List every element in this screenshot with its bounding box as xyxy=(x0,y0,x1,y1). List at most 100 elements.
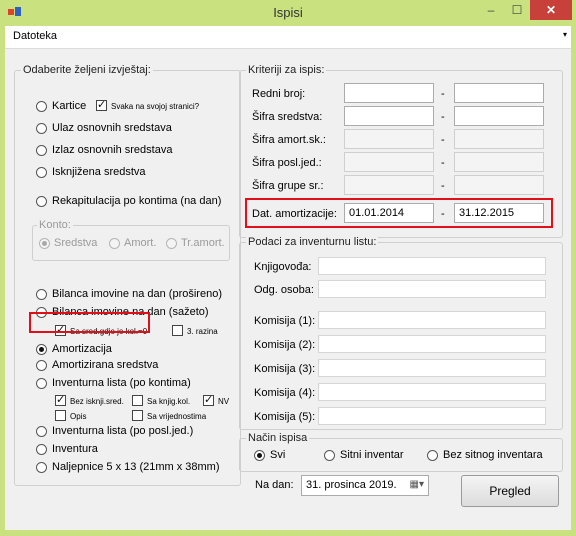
app-window: Ispisi – ☐ ✕ Datoteka ▾ Odaberite željen… xyxy=(0,0,576,536)
label-inventurna-posl: Inventurna lista (po posl.jed.) xyxy=(52,425,194,437)
checkbox-sa-knjig[interactable] xyxy=(132,395,143,406)
title-bar: Ispisi – ☐ ✕ xyxy=(0,0,576,26)
radio-amortizirana[interactable] xyxy=(36,360,47,371)
radio-rekapitulacija[interactable] xyxy=(36,196,47,207)
label-inventurna-kontima: Inventurna lista (po kontima) xyxy=(52,377,191,389)
komisija4-input[interactable] xyxy=(318,383,546,401)
sifra-amort-to-input[interactable] xyxy=(454,129,544,149)
close-button[interactable]: ✕ xyxy=(530,0,572,20)
client-area: Datoteka ▾ Odaberite željeni izvještaj: … xyxy=(5,26,571,530)
checkbox-svaka-stranica[interactable] xyxy=(96,98,107,111)
radio-naljepnice[interactable] xyxy=(36,462,47,473)
redni-broj-dash: - xyxy=(441,88,445,100)
maximize-button[interactable]: ☐ xyxy=(504,0,530,20)
komisija5-input[interactable] xyxy=(318,407,546,425)
redni-broj-from-input[interactable] xyxy=(344,83,434,103)
label-sifra-posl: Šifra posl.jed.: xyxy=(252,157,322,169)
highlight-amortizacija xyxy=(29,312,150,333)
sifra-grupe-from-input[interactable] xyxy=(344,175,434,195)
label-knjigovodja: Knjigovođa: xyxy=(254,261,312,273)
checkbox-razina[interactable] xyxy=(172,325,183,336)
radio-bez-sitnog[interactable] xyxy=(427,450,438,461)
knjigovodja-input[interactable] xyxy=(318,257,546,275)
label-redni-broj: Redni broj: xyxy=(252,88,306,100)
checkbox-opis[interactable] xyxy=(55,410,66,421)
redni-broj-to-input[interactable] xyxy=(454,83,544,103)
label-izlaz: Izlaz osnovnih sredstava xyxy=(52,144,173,156)
pregled-button[interactable]: Pregled xyxy=(461,475,559,507)
label-komisija2: Komisija (2): xyxy=(254,339,316,351)
criteria-group-title: Kriteriji za ispis: xyxy=(246,64,327,76)
konto-group-title: Konto: xyxy=(37,219,73,231)
label-konto-sredstva: Sredstva xyxy=(54,237,98,249)
radio-inventurna-posl[interactable] xyxy=(36,426,47,437)
print-mode-group-title: Način ispisa xyxy=(246,432,310,444)
inventory-group-title: Podaci za inventurnu listu: xyxy=(246,236,379,248)
komisija1-input[interactable] xyxy=(318,311,546,329)
label-sitni-inventar: Sitni inventar xyxy=(340,449,404,461)
sifra-sredstva-from-input[interactable] xyxy=(344,106,434,126)
label-amortizacija: Amortizacija xyxy=(52,343,112,355)
label-bilanca-prosireno: Bilanca imovine na dan (prošireno) xyxy=(52,288,222,300)
konto-group: Konto: Sredstva Amort. Tr.amort. xyxy=(32,219,230,261)
sifra-posl-from-input[interactable] xyxy=(344,152,434,172)
label-rekapitulacija: Rekapitulacija po kontima (na dan) xyxy=(52,195,222,207)
checkbox-bez-isknji[interactable] xyxy=(55,393,66,406)
radio-inventurna-kontima[interactable] xyxy=(36,378,47,389)
label-komisija3: Komisija (3): xyxy=(254,363,316,375)
radio-isknjizena[interactable] xyxy=(36,167,47,178)
sifra-posl-dash: - xyxy=(441,157,445,169)
report-group-title: Odaberite željeni izvještaj: xyxy=(21,64,153,76)
label-sa-knjig: Sa knjig.kol. xyxy=(147,397,191,406)
label-na-dan: Na dan: xyxy=(255,479,294,491)
komisija3-input[interactable] xyxy=(318,359,546,377)
radio-bilanca-prosireno[interactable] xyxy=(36,289,47,300)
radio-kartice[interactable] xyxy=(36,101,47,112)
minimize-button[interactable]: – xyxy=(478,0,504,20)
sifra-posl-to-input[interactable] xyxy=(454,152,544,172)
label-svi: Svi xyxy=(270,449,286,461)
label-komisija1: Komisija (1): xyxy=(254,315,316,327)
sifra-sredstva-dash: - xyxy=(441,111,445,123)
inventory-group: Podaci za inventurnu listu: Knjigovođa: … xyxy=(239,236,563,430)
radio-konto-sredstva[interactable] xyxy=(39,238,50,249)
label-konto-amort: Amort. xyxy=(124,237,157,249)
label-sa-vrijednostima: Sa vrijednostima xyxy=(147,412,207,421)
checkbox-sa-vrijednostima[interactable] xyxy=(132,410,143,421)
label-nv: NV xyxy=(218,397,230,406)
label-kartice: Kartice xyxy=(52,100,87,112)
na-dan-date-picker[interactable]: 31. prosinca 2019. ▦▾ xyxy=(301,475,429,496)
sifra-sredstva-to-input[interactable] xyxy=(454,106,544,126)
sifra-grupe-to-input[interactable] xyxy=(454,175,544,195)
radio-konto-tramort[interactable] xyxy=(166,238,177,249)
calendar-dropdown-icon[interactable]: ▦▾ xyxy=(410,479,424,490)
radio-sitni-inventar[interactable] xyxy=(324,450,335,461)
label-sifra-grupe: Šifra grupe sr.: xyxy=(252,180,324,192)
menu-overflow-icon[interactable]: ▾ xyxy=(563,30,567,39)
label-komisija5: Komisija (5): xyxy=(254,411,316,423)
odg-osoba-input[interactable] xyxy=(318,280,546,298)
menu-bar: Datoteka ▾ xyxy=(5,26,571,49)
label-naljepnice: Naljepnice 5 x 13 (21mm x 38mm) xyxy=(52,461,220,473)
label-odg-osoba: Odg. osoba: xyxy=(254,284,314,296)
label-amortizirana: Amortizirana sredstva xyxy=(52,359,159,371)
label-ulaz: Ulaz osnovnih sredstava xyxy=(52,122,172,134)
radio-konto-amort[interactable] xyxy=(109,238,120,249)
radio-amortizacija[interactable] xyxy=(36,344,47,355)
label-bez-isknji: Bez isknji.sred. xyxy=(70,397,124,406)
radio-inventura[interactable] xyxy=(36,444,47,455)
label-sifra-sredstva: Šifra sredstva: xyxy=(252,111,323,123)
report-group: Odaberite željeni izvještaj: Kartice Sva… xyxy=(14,64,241,486)
radio-svi[interactable] xyxy=(254,450,265,461)
sifra-amort-from-input[interactable] xyxy=(344,129,434,149)
label-inventura: Inventura xyxy=(52,443,98,455)
menu-datoteka[interactable]: Datoteka xyxy=(13,30,57,42)
label-bez-sitnog: Bez sitnog inventara xyxy=(443,449,543,461)
label-komisija4: Komisija (4): xyxy=(254,387,316,399)
radio-izlaz[interactable] xyxy=(36,145,47,156)
komisija2-input[interactable] xyxy=(318,335,546,353)
highlight-dat-amortizacije xyxy=(245,198,553,228)
sifra-amort-dash: - xyxy=(441,134,445,146)
radio-ulaz[interactable] xyxy=(36,123,47,134)
checkbox-nv[interactable] xyxy=(203,393,214,406)
